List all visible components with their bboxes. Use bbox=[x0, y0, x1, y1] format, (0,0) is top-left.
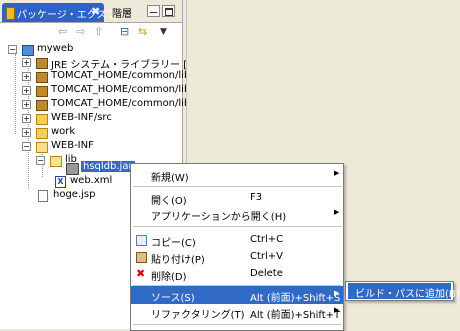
jar-file-icon bbox=[66, 163, 79, 175]
collapse-icon[interactable]: − bbox=[8, 45, 17, 54]
file-icon bbox=[38, 190, 48, 202]
submenu-item-add-to-build-path[interactable]: ビルド・パスに追加(B) bbox=[348, 283, 460, 300]
context-menu: 新規(W) ▶ 開く(O) F3 アプリケーションから開く(H) ▶ コピー(C… bbox=[130, 163, 344, 331]
view-toolbar: ⇦ ⇨ ⇧ ⊟ ⇆ ▼ bbox=[0, 23, 182, 41]
collapse-icon[interactable]: − bbox=[22, 142, 31, 151]
expand-icon[interactable]: + bbox=[22, 100, 31, 109]
jar-icon bbox=[36, 72, 48, 83]
xml-file-icon: X bbox=[55, 176, 66, 188]
submenu-arrow-icon: ▶ bbox=[334, 306, 340, 314]
expand-icon[interactable]: + bbox=[22, 128, 31, 137]
package-explorer-icon bbox=[6, 7, 15, 20]
source-folder-icon bbox=[36, 114, 48, 125]
jar-icon bbox=[36, 100, 48, 111]
paste-icon bbox=[136, 252, 147, 263]
library-icon bbox=[36, 58, 48, 69]
menu-item-copy[interactable]: コピー(C) Ctrl+C bbox=[131, 231, 343, 249]
close-icon[interactable]: ✖ bbox=[91, 5, 100, 18]
expand-icon[interactable]: + bbox=[22, 58, 31, 67]
menu-item-paste[interactable]: 貼り付け(P) Ctrl+V bbox=[131, 248, 343, 266]
open-folder-icon bbox=[36, 142, 48, 153]
expand-icon[interactable]: + bbox=[22, 86, 31, 95]
submenu-arrow-icon: ▶ bbox=[334, 208, 340, 216]
submenu-arrow-icon: ▶ bbox=[334, 169, 340, 177]
tab-hierarchy[interactable]: 階層 bbox=[112, 5, 132, 20]
tab-label: パッケージ・エクスプ... bbox=[17, 10, 127, 21]
copy-icon bbox=[136, 235, 147, 246]
link-editor-icon[interactable]: ⇆ bbox=[138, 25, 147, 38]
collapse-all-icon[interactable]: ⊟ bbox=[120, 25, 129, 38]
folder-icon bbox=[36, 128, 48, 139]
menu-item-delete[interactable]: ✖ 削除(D) Delete bbox=[131, 265, 343, 283]
maximize-icon[interactable] bbox=[162, 5, 175, 17]
jar-icon bbox=[36, 86, 48, 97]
view-tab-bar: パッケージ・エクスプ... ✖ 階層 bbox=[0, 0, 182, 23]
up-icon[interactable]: ⇧ bbox=[94, 25, 103, 38]
menu-item-open-with[interactable]: アプリケーションから開く(H) ▶ bbox=[131, 205, 343, 223]
menu-item-new[interactable]: 新規(W) ▶ bbox=[131, 166, 343, 184]
project-icon bbox=[22, 45, 34, 56]
expand-icon[interactable]: + bbox=[22, 72, 31, 81]
minimize-icon[interactable] bbox=[147, 5, 160, 17]
menu-item-refactor[interactable]: リファクタリング(T) Alt (前面)+Shift+T ▶ bbox=[131, 303, 343, 321]
open-folder-icon bbox=[50, 156, 62, 167]
view-menu-icon[interactable]: ▼ bbox=[160, 27, 167, 37]
delete-icon: ✖ bbox=[136, 267, 146, 280]
submenu-arrow-icon: ▶ bbox=[334, 289, 340, 297]
source-submenu: ビルド・パスに追加(B) bbox=[345, 281, 460, 301]
back-icon[interactable]: ⇦ bbox=[58, 25, 67, 38]
forward-icon[interactable]: ⇨ bbox=[76, 25, 85, 38]
collapse-icon[interactable]: − bbox=[36, 156, 45, 165]
expand-icon[interactable]: + bbox=[22, 114, 31, 123]
menu-item-source[interactable]: ソース(S) Alt (前面)+Shift+S ▶ bbox=[131, 286, 343, 304]
tab-package-explorer[interactable]: パッケージ・エクスプ... ✖ bbox=[2, 3, 126, 22]
